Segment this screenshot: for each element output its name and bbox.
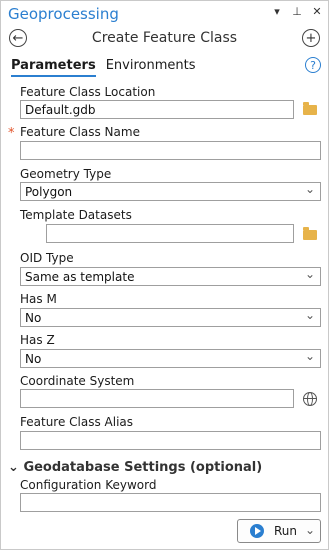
hasz-select[interactable]: No (20, 349, 321, 368)
pane-menu-icon[interactable]: ▾ (272, 5, 282, 18)
name-label: Feature Class Name (20, 125, 140, 139)
pin-icon[interactable]: ⊥ (292, 5, 302, 18)
run-button[interactable]: Run ⌄ (237, 519, 321, 543)
tab-bar: Parameters Environments (11, 58, 195, 77)
oid-select[interactable]: Same as template (20, 267, 321, 286)
oid-label: OID Type (20, 251, 74, 265)
play-icon (250, 524, 264, 538)
alias-input[interactable] (20, 431, 321, 450)
run-label: Run (274, 524, 298, 538)
tool-title: Create Feature Class (91, 30, 238, 46)
add-icon[interactable]: + (302, 29, 320, 47)
gdb-settings-header[interactable]: ⌄ Geodatabase Settings (optional) (8, 460, 262, 475)
hasz-label: Has Z (20, 333, 55, 347)
close-icon[interactable]: ✕ (312, 5, 322, 18)
pane-header: Geoprocessing ▾ ⊥ ✕ (1, 1, 328, 27)
name-input[interactable] (20, 141, 321, 160)
tab-parameters[interactable]: Parameters (11, 58, 96, 77)
hasm-select[interactable]: No (20, 308, 321, 327)
location-label: Feature Class Location (20, 85, 156, 99)
template-input[interactable] (46, 224, 294, 243)
location-input[interactable]: Default.gdb (20, 100, 294, 119)
pane-title: Geoprocessing (8, 5, 119, 23)
required-marker: * (8, 126, 15, 141)
gdb-settings-title: Geodatabase Settings (optional) (23, 460, 263, 475)
hasm-label: Has M (20, 292, 57, 306)
tab-environments[interactable]: Environments (106, 58, 196, 77)
folder-icon[interactable] (303, 227, 317, 240)
chevron-down-icon: ⌄ (8, 460, 19, 475)
tool-toolbar: ← Create Feature Class + (1, 27, 328, 51)
config-input[interactable] (20, 493, 321, 512)
run-options-icon[interactable]: ⌄ (305, 523, 315, 537)
globe-icon[interactable] (303, 392, 317, 406)
template-label: Template Datasets (20, 208, 132, 222)
alias-label: Feature Class Alias (20, 415, 134, 429)
geoprocessing-pane: Geoprocessing ▾ ⊥ ✕ ← Create Feature Cla… (0, 0, 329, 550)
geometry-select[interactable]: Polygon (20, 182, 321, 201)
coord-input[interactable] (20, 389, 294, 408)
coord-label: Coordinate System (20, 374, 135, 388)
pane-controls: ▾ ⊥ ✕ (272, 5, 322, 18)
config-label: Configuration Keyword (20, 478, 157, 492)
help-icon[interactable]: ? (305, 57, 321, 73)
geometry-label: Geometry Type (20, 167, 112, 181)
folder-icon[interactable] (303, 102, 317, 115)
